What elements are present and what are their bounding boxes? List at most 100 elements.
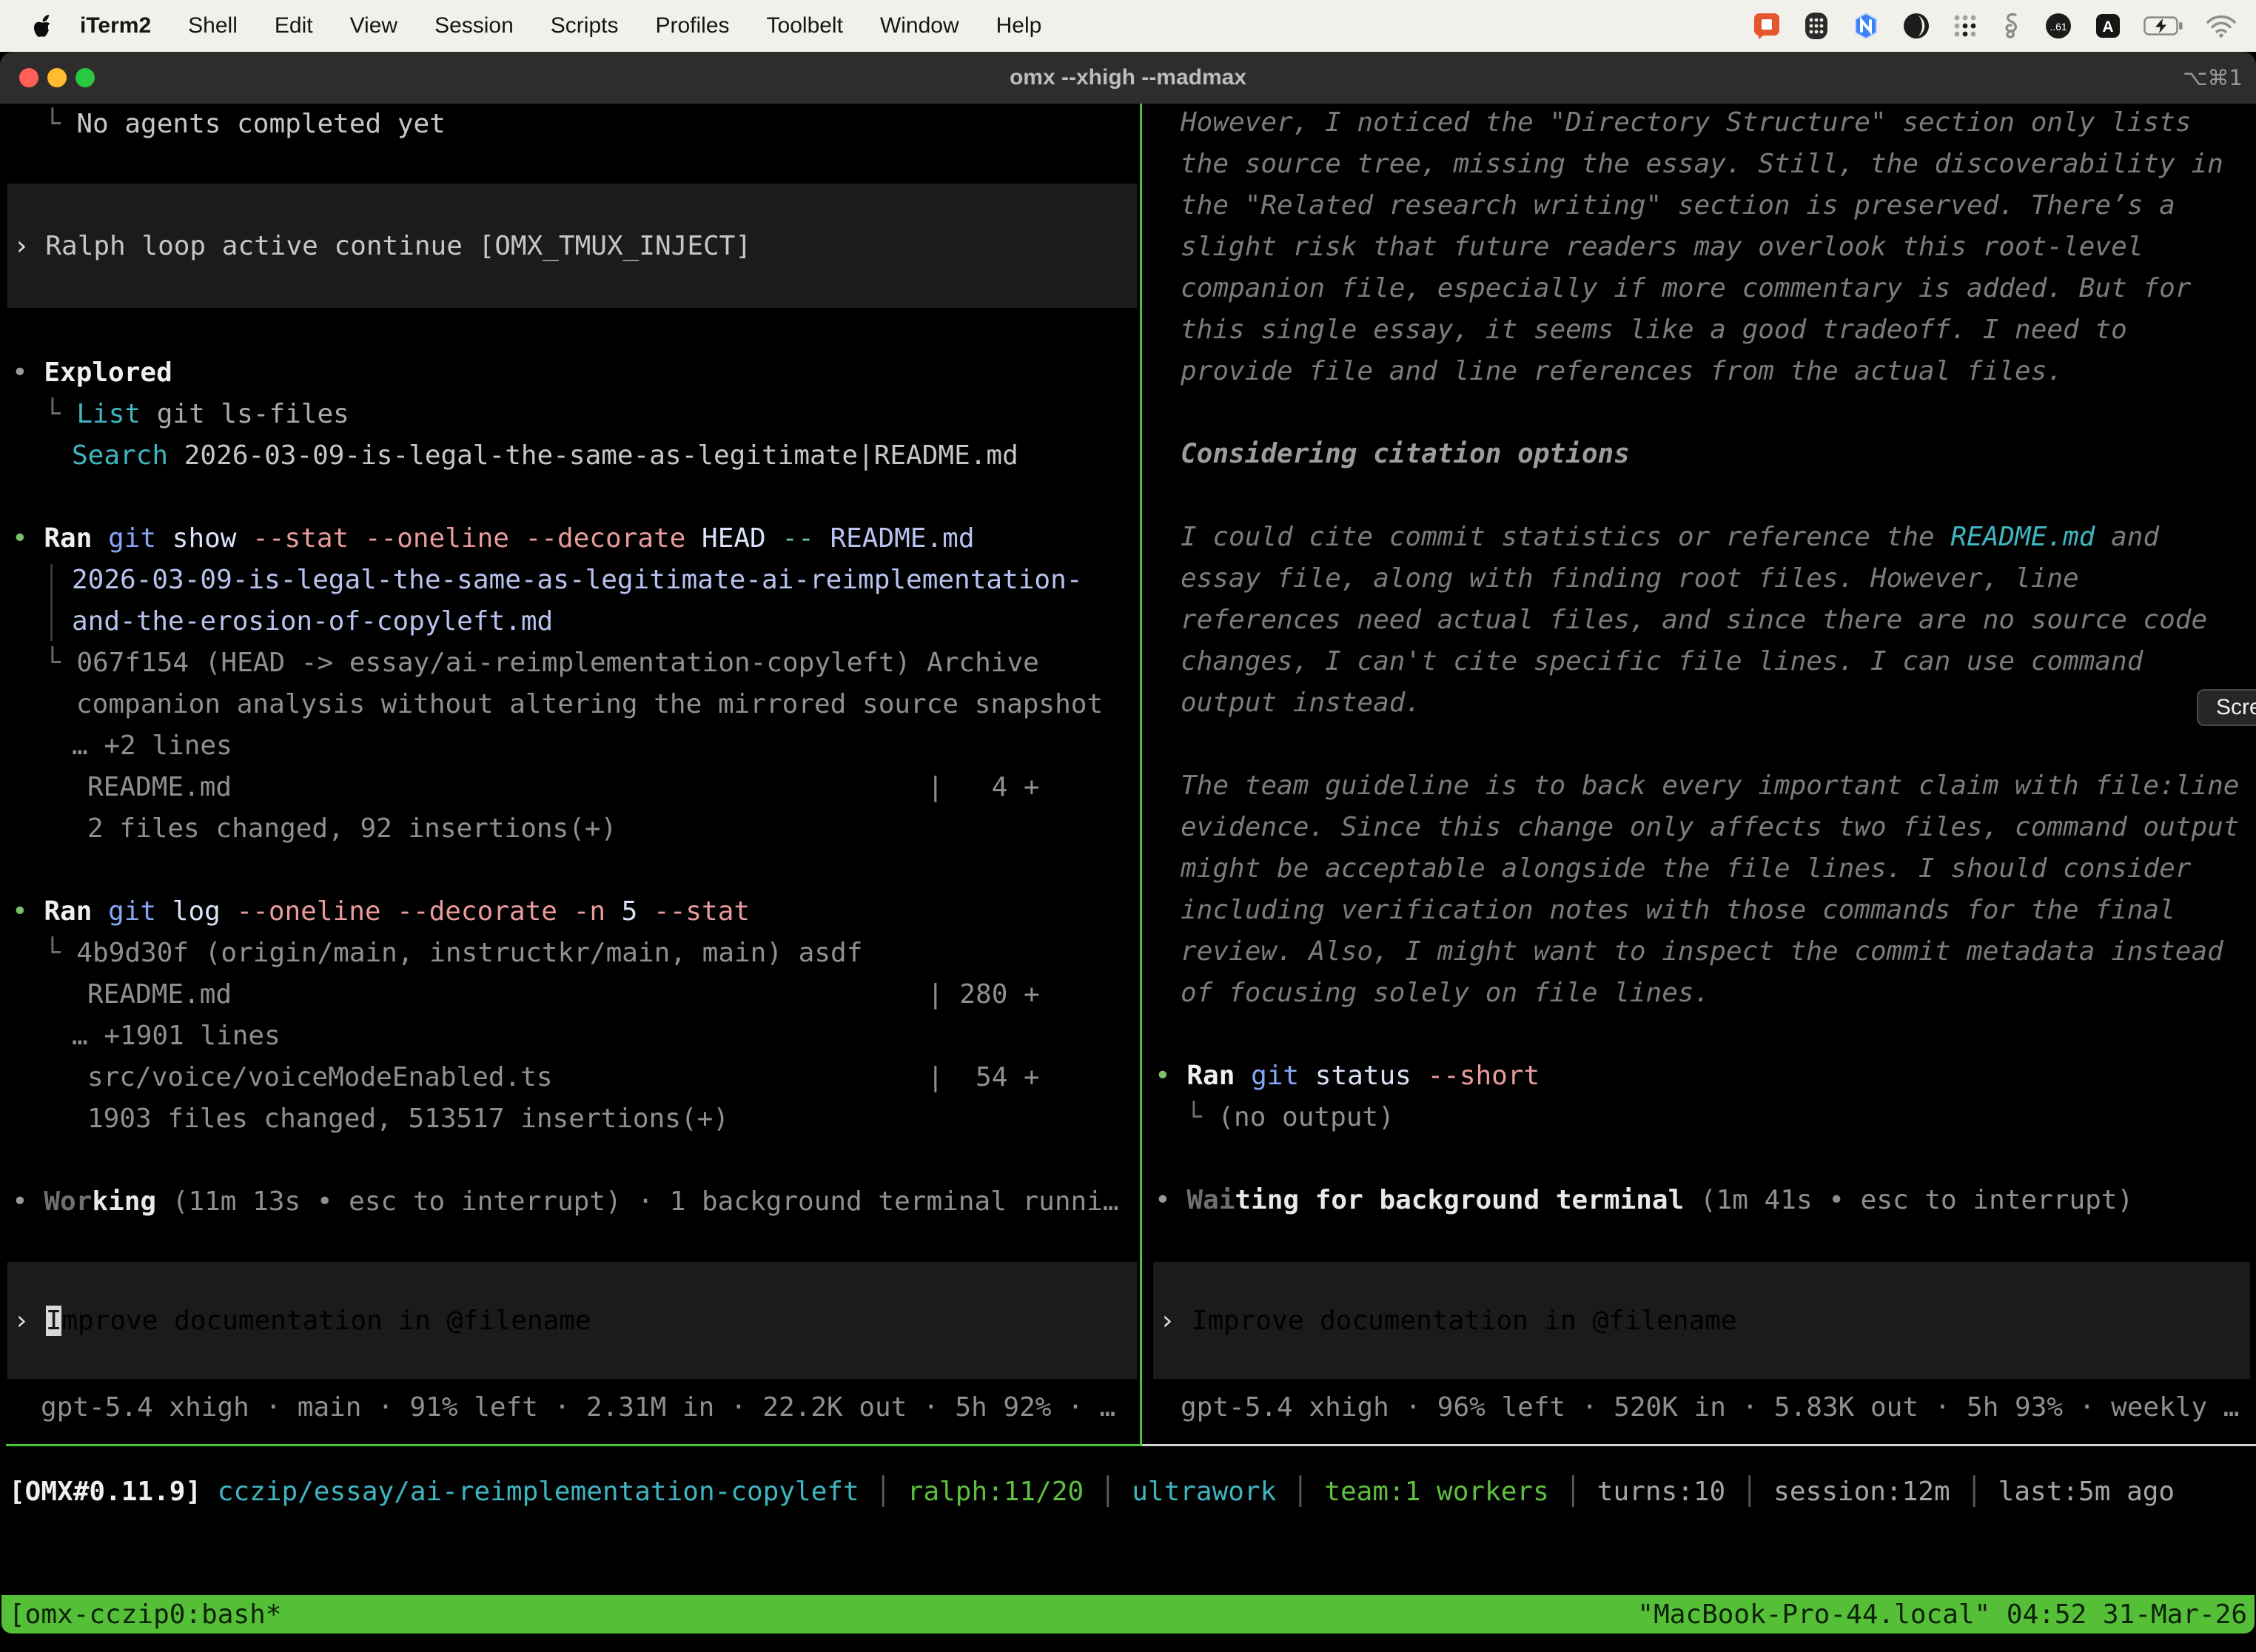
squiggle-icon[interactable]: [2000, 12, 2022, 40]
reasoning-line: essay file, along with finding root file…: [1181, 558, 2079, 600]
reasoning-heading: Considering citation options: [1181, 434, 1630, 475]
omx-version: [OMX#0.11.9]: [9, 1477, 201, 1507]
lightning-hex-icon[interactable]: [1852, 12, 1880, 40]
active-pane-bottom-border: [6, 1444, 1140, 1446]
git-show-more-line: … +2 lines: [72, 725, 232, 767]
working-status-line: • Working (11m 13s • esc to interrupt) ·…: [12, 1181, 1119, 1223]
menu-items: iTerm2 Shell Edit View Session Scripts P…: [80, 13, 1041, 38]
reasoning-line: of focusing solely on file lines.: [1181, 973, 1710, 1014]
reasoning-line: However, I noticed the "Directory Struct…: [1181, 102, 2191, 144]
omx-last-activity: last:5m ago: [1998, 1477, 2175, 1507]
git-stat-line: src/voice/voiceModeEnabled.ts| 54 +: [87, 1057, 553, 1098]
omx-ultrawork-badge: ultrawork: [1132, 1477, 1276, 1507]
omx-team-workers: team:1 workers: [1324, 1477, 1548, 1507]
battery-icon[interactable]: [2143, 16, 2183, 36]
reasoning-line: output instead.: [1181, 682, 1421, 724]
git-stat-summary-line: 2 files changed, 92 insertions(+): [87, 808, 617, 850]
prompt-chevron-icon: ›: [1159, 1306, 1175, 1336]
command-continuation-line: 2026-03-09-is-legal-the-same-as-legitima…: [72, 560, 1082, 601]
right-chat-input-box[interactable]: › Improve documentation in @filename: [1153, 1262, 2250, 1379]
readme-link: README.md: [1950, 522, 2095, 552]
git-show-output-line: └ 067f154 (HEAD -> essay/ai-reimplementa…: [44, 642, 1039, 684]
ran-git-show-line: • Ran git show --stat --oneline --decora…: [12, 518, 975, 560]
menu-view[interactable]: View: [350, 13, 397, 38]
input-source-icon[interactable]: A: [2095, 13, 2121, 39]
wifi-icon[interactable]: [2206, 14, 2237, 38]
menu-iterm2[interactable]: iTerm2: [80, 13, 151, 38]
waiting-status-line: • Waiting for background terminal (1m 41…: [1155, 1180, 2133, 1221]
reasoning-line: including verification notes with those …: [1181, 890, 2175, 931]
screen-notification-tooltip[interactable]: Scre: [2197, 689, 2256, 726]
omx-turns: turns:10: [1597, 1477, 1725, 1507]
reasoning-line: references need actual files, and since …: [1181, 600, 2207, 641]
tmux-status-bar: [omx-cczip0:bash* "MacBook-Pro-44.local"…: [1, 1595, 2255, 1633]
inject-input-text: Ralph loop active continue [OMX_TMUX_INJ…: [30, 231, 751, 261]
agents-note-line: └ No agents completed yet: [44, 104, 446, 145]
percent-badge-icon[interactable]: ..61: [2044, 12, 2072, 40]
right-session-status-line: gpt-5.4 xhigh · 96% left · 520K in · 5.8…: [1181, 1387, 2239, 1428]
menu-bar: iTerm2 Shell Edit View Session Scripts P…: [0, 0, 2256, 52]
pane-divider[interactable]: [1140, 104, 1142, 1446]
ran-git-status-line: • Ran git status --short: [1155, 1055, 1540, 1097]
reasoning-line: the source tree, missing the essay. Stil…: [1181, 144, 2223, 185]
reasoning-line: companion file, especially if more comme…: [1181, 268, 2191, 309]
git-show-output-line: companion analysis without altering the …: [76, 684, 1103, 725]
ran-git-log-line: • Ran git log --oneline --decorate -n 5 …: [12, 891, 750, 933]
menubar-status-icons: ..61 A: [1753, 11, 2256, 41]
menu-session[interactable]: Session: [434, 13, 514, 38]
no-output-line: └ (no output): [1186, 1097, 1394, 1138]
reasoning-line: the "Related research writing" section i…: [1181, 185, 2175, 226]
menu-toolbelt[interactable]: Toolbelt: [767, 13, 843, 38]
reasoning-line: provide file and line references from th…: [1181, 351, 2063, 392]
git-stat-line: README.md| 280 +: [87, 974, 232, 1015]
reasoning-line: might be acceptable alongside the file l…: [1181, 848, 2191, 890]
left-session-status-line: gpt-5.4 xhigh · main · 91% left · 2.31M …: [41, 1387, 1115, 1428]
git-log-output-line: └ 4b9d30f (origin/main, instructkr/main,…: [44, 933, 862, 974]
window-title: omx --xhigh --madmax: [0, 52, 2256, 104]
menu-scripts[interactable]: Scripts: [551, 13, 619, 38]
reasoning-line: this single essay, it seems like a good …: [1181, 309, 2127, 351]
menu-help[interactable]: Help: [996, 13, 1042, 38]
command-wrap-bar: [50, 564, 53, 641]
explored-line: • Explored: [12, 352, 172, 394]
apple-menu-icon[interactable]: [31, 14, 50, 38]
right-input-text: Improve documentation in @filename: [1192, 1306, 1737, 1336]
left-chat-input-box[interactable]: › Improve documentation in @filename: [7, 1262, 1137, 1379]
menu-profiles[interactable]: Profiles: [655, 13, 729, 38]
omx-status-bar: [OMX#0.11.9] cczip/essay/ai-reimplementa…: [9, 1471, 2175, 1513]
reasoning-line: review. Also, I might want to inspect th…: [1181, 931, 2223, 973]
svg-text:A: A: [2102, 19, 2113, 36]
tmux-host-clock: "MacBook-Pro-44.local" 04:52 31-Mar-26: [1637, 1599, 2247, 1630]
window-shortcut-badge: ⌥⌘1: [2183, 52, 2243, 104]
text-cursor: I: [46, 1306, 62, 1336]
left-input-text: mprove documentation in @filename: [61, 1306, 591, 1336]
chat-icon[interactable]: [1753, 12, 1781, 40]
menu-shell[interactable]: Shell: [188, 13, 238, 38]
reasoning-line: changes, I can't cite specific file line…: [1181, 641, 2143, 682]
command-continuation-line: and-the-erosion-of-copyleft.md: [72, 601, 553, 642]
reasoning-line: evidence. Since this change only affects…: [1181, 807, 2239, 848]
window-title-bar: omx --xhigh --madmax ⌥⌘1: [0, 52, 2256, 104]
explored-search-line: Search 2026-03-09-is-legal-the-same-as-l…: [72, 435, 1018, 477]
moon-circle-icon[interactable]: [1902, 12, 1930, 40]
omx-session-time: session:12m: [1773, 1477, 1950, 1507]
omx-ralph-counter: ralph:11/20: [907, 1477, 1084, 1507]
dots-grid-icon[interactable]: [1953, 13, 1978, 38]
reasoning-line: slight risk that future readers may over…: [1181, 226, 2143, 268]
reasoning-line: I could cite commit statistics or refere…: [1181, 517, 2159, 558]
git-log-more-line: … +1901 lines: [72, 1015, 281, 1057]
svg-text:..61: ..61: [2049, 21, 2067, 33]
prompt-chevron-icon: ›: [13, 231, 30, 261]
omx-worktree-path: cczip/essay/ai-reimplementation-copyleft: [201, 1477, 859, 1507]
desktop: iTerm2 Shell Edit View Session Scripts P…: [0, 0, 2256, 1652]
git-stat-line: README.md| 4 +: [87, 767, 232, 808]
tmux-session-window: [omx-cczip0:bash*: [9, 1599, 281, 1630]
git-stat-summary-line: 1903 files changed, 513517 insertions(+): [87, 1098, 729, 1140]
inactive-pane-bottom-border: [1142, 1444, 2256, 1446]
menu-edit[interactable]: Edit: [275, 13, 313, 38]
grid-shield-icon[interactable]: [1803, 11, 1830, 41]
prompt-chevron-icon: ›: [13, 1306, 30, 1336]
inject-input-box[interactable]: › Ralph loop active continue [OMX_TMUX_I…: [7, 184, 1137, 308]
menu-window[interactable]: Window: [880, 13, 959, 38]
reasoning-line: The team guideline is to back every impo…: [1181, 765, 2239, 807]
